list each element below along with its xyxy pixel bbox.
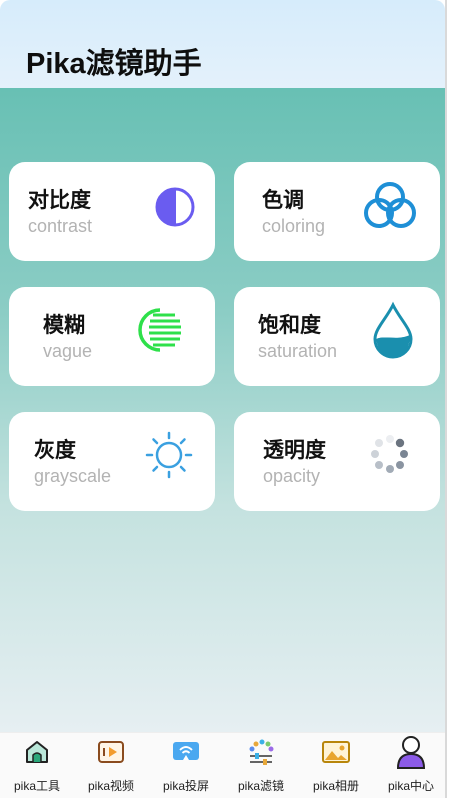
cast-icon	[173, 742, 199, 760]
tab-pika-center[interactable]: pika中心	[374, 733, 445, 798]
filter-grid: 对比度 contrast 色调 coloring 模糊 vague 饱和度 sa…	[0, 88, 445, 732]
card-title: 透明度	[263, 439, 326, 462]
video-icon	[98, 741, 124, 763]
card-subtitle: grayscale	[34, 466, 112, 486]
card-title: 对比度	[28, 189, 91, 212]
page-title: Pika滤镜助手	[26, 48, 202, 80]
card-subtitle: saturation	[258, 341, 338, 361]
filter-card-coloring[interactable]: 色调 coloring	[234, 162, 440, 261]
tab-label: pika中心	[387, 779, 434, 793]
filter-icon	[249, 739, 274, 765]
filter-card-vague[interactable]: 模糊 vague	[9, 287, 215, 386]
tab-pika-video[interactable]: pika视频	[74, 733, 148, 798]
tab-pika-gallery[interactable]: pika相册	[299, 733, 373, 798]
tab-label: pika滤镜	[237, 779, 284, 793]
tab-label: pika工具	[13, 779, 60, 793]
tab-label: pika视频	[87, 779, 134, 793]
app-header: Pika滤镜助手	[0, 0, 445, 88]
filter-card-saturation[interactable]: 饱和度 saturation	[234, 287, 440, 386]
card-subtitle: coloring	[262, 216, 326, 236]
tab-label: pika相册	[312, 779, 359, 793]
water-drop-icon	[373, 301, 413, 359]
card-title: 灰度	[34, 439, 76, 462]
app-screen: Pika滤镜助手 对比度 contrast 色调 coloring 模糊 vag…	[0, 0, 447, 798]
loading-dots-icon	[371, 435, 408, 473]
card-subtitle: opacity	[263, 466, 321, 486]
home-icon	[26, 741, 48, 763]
card-subtitle: contrast	[28, 216, 93, 236]
card-title: 模糊	[43, 314, 85, 337]
filter-card-contrast[interactable]: 对比度 contrast	[9, 162, 215, 261]
filter-card-grayscale[interactable]: 灰度 grayscale	[9, 412, 215, 511]
tab-label: pika投屏	[162, 779, 209, 793]
filter-card-opacity[interactable]: 透明度 opacity	[234, 412, 440, 511]
tab-pika-tools[interactable]: pika工具	[0, 733, 74, 798]
card-title: 色调	[262, 189, 304, 212]
gallery-icon	[322, 741, 350, 763]
user-icon	[396, 736, 426, 769]
tab-pika-filter[interactable]: pika滤镜	[224, 733, 298, 798]
three-rings-icon	[364, 182, 416, 228]
sun-icon	[145, 431, 193, 479]
tab-pika-cast[interactable]: pika投屏	[149, 733, 223, 798]
blur-circle-icon	[138, 308, 181, 352]
card-subtitle: vague	[43, 341, 93, 361]
bottom-tab-bar: pika工具 pika视频 pika投屏 pika滤镜 pika相册 pika中…	[0, 732, 445, 798]
card-title: 饱和度	[258, 314, 321, 337]
contrast-half-circle-icon	[155, 187, 195, 227]
